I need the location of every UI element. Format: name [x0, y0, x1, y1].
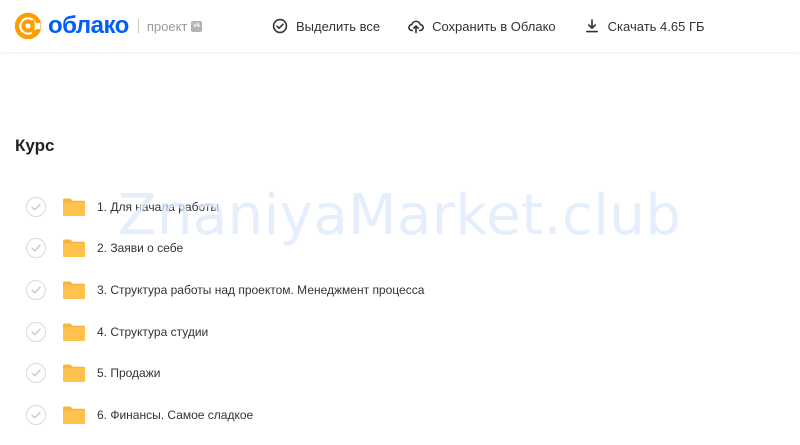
at-sign-logo-icon	[14, 12, 42, 40]
download-button[interactable]: Скачать 4.65 ГБ	[584, 0, 705, 52]
checkmark-icon	[31, 328, 41, 336]
checkmark-icon	[31, 411, 41, 419]
file-list: 1. Для начала работы 2. Заяви о себе 3. …	[0, 186, 800, 436]
folder-icon	[63, 406, 85, 424]
row-checkbox[interactable]	[26, 279, 46, 300]
row-checkbox[interactable]	[26, 196, 46, 217]
project-label: проект	[146, 18, 188, 34]
logo-separator	[137, 19, 139, 33]
download-icon	[585, 19, 598, 33]
row-checkbox[interactable]	[26, 238, 46, 259]
folder-name: 3. Структура работы над проектом. Менедж…	[97, 282, 425, 297]
checkmark-icon	[31, 369, 41, 377]
select-all-label: Выделить все	[296, 18, 381, 34]
page-title: Курс	[15, 136, 55, 155]
folder-icon	[63, 323, 85, 341]
folder-name: 2. Заяви о себе	[97, 241, 184, 256]
vk-badge-icon: vk	[191, 20, 203, 32]
folder-icon	[63, 364, 85, 383]
list-item[interactable]: 2. Заяви о себе	[0, 228, 800, 270]
folder-name: 5. Продажи	[97, 366, 161, 381]
checkmark-icon	[31, 244, 41, 252]
folder-icon	[63, 281, 85, 299]
list-item[interactable]: 6. Финансы. Самое сладкое	[0, 394, 800, 436]
cloud-upload-icon	[408, 20, 425, 34]
save-to-cloud-button[interactable]: Сохранить в Облако	[408, 0, 556, 52]
row-checkbox[interactable]	[26, 321, 46, 342]
select-all-button[interactable]: Выделить все	[272, 0, 380, 52]
save-to-cloud-label: Сохранить в Облако	[432, 18, 556, 34]
checkmark-icon	[31, 286, 41, 294]
row-checkbox[interactable]	[26, 363, 46, 384]
check-circle-icon	[272, 18, 288, 34]
row-checkbox[interactable]	[26, 404, 46, 425]
logo-text: облако	[48, 12, 129, 39]
folder-name: 6. Финансы. Самое сладкое	[97, 407, 254, 422]
top-header: облако проект vk Выделить все Сохранить …	[0, 0, 800, 52]
list-item[interactable]: 5. Продажи	[0, 352, 800, 394]
folder-icon	[63, 239, 85, 258]
folder-name: 1. Для начала работы	[97, 199, 220, 214]
folder-icon	[63, 198, 85, 216]
page: облако проект vk Выделить все Сохранить …	[0, 0, 800, 445]
list-item[interactable]: 1. Для начала работы	[0, 186, 800, 228]
header-actions: Выделить все Сохранить в Облако Скачать …	[272, 0, 705, 52]
folder-name: 4. Структура студии	[97, 324, 209, 339]
cloud-logo[interactable]: облако проект vk	[12, 0, 203, 52]
checkmark-icon	[31, 203, 41, 211]
list-item[interactable]: 3. Структура работы над проектом. Менедж…	[0, 269, 800, 311]
list-item[interactable]: 4. Структура студии	[0, 311, 800, 353]
download-label: Скачать 4.65 ГБ	[607, 18, 705, 34]
